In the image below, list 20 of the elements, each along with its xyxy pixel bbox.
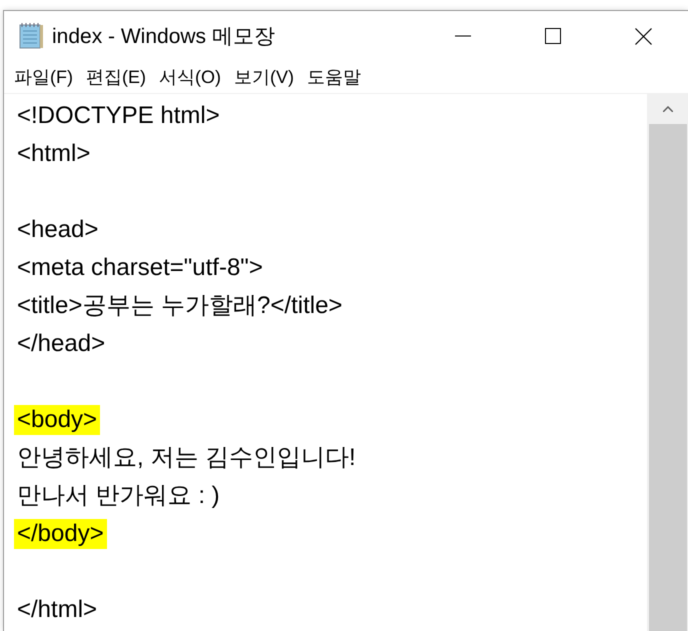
code-line: <meta charset="utf-8">: [16, 253, 264, 283]
caret-up-icon: [662, 106, 672, 112]
code-line: 만나서 반가워요 : ): [16, 481, 221, 511]
code-line: <head>: [16, 215, 100, 245]
menu-item[interactable]: 서식(O): [154, 65, 226, 89]
maximize-icon: [545, 28, 561, 44]
notepad-icon: [18, 22, 44, 50]
close-icon: [634, 28, 652, 44]
menu-item[interactable]: 파일(F): [9, 65, 78, 89]
menu-item[interactable]: 편집(E): [80, 65, 151, 89]
code-line: <title>공부는 누가할래?</title>: [16, 291, 344, 321]
code-line: </html>: [16, 595, 98, 625]
menu-item[interactable]: 도움말: [302, 65, 366, 89]
window-title: index - Windows 메모장: [52, 24, 276, 50]
code-line: 안녕하세요, 저는 김수인입니다!: [16, 443, 357, 473]
code-line: <!DOCTYPE html>: [16, 101, 221, 131]
code-line: </head>: [16, 329, 106, 359]
code-line: <html>: [16, 139, 92, 169]
minimize-icon: [455, 35, 471, 37]
menu-item[interactable]: 보기(V): [228, 65, 299, 89]
